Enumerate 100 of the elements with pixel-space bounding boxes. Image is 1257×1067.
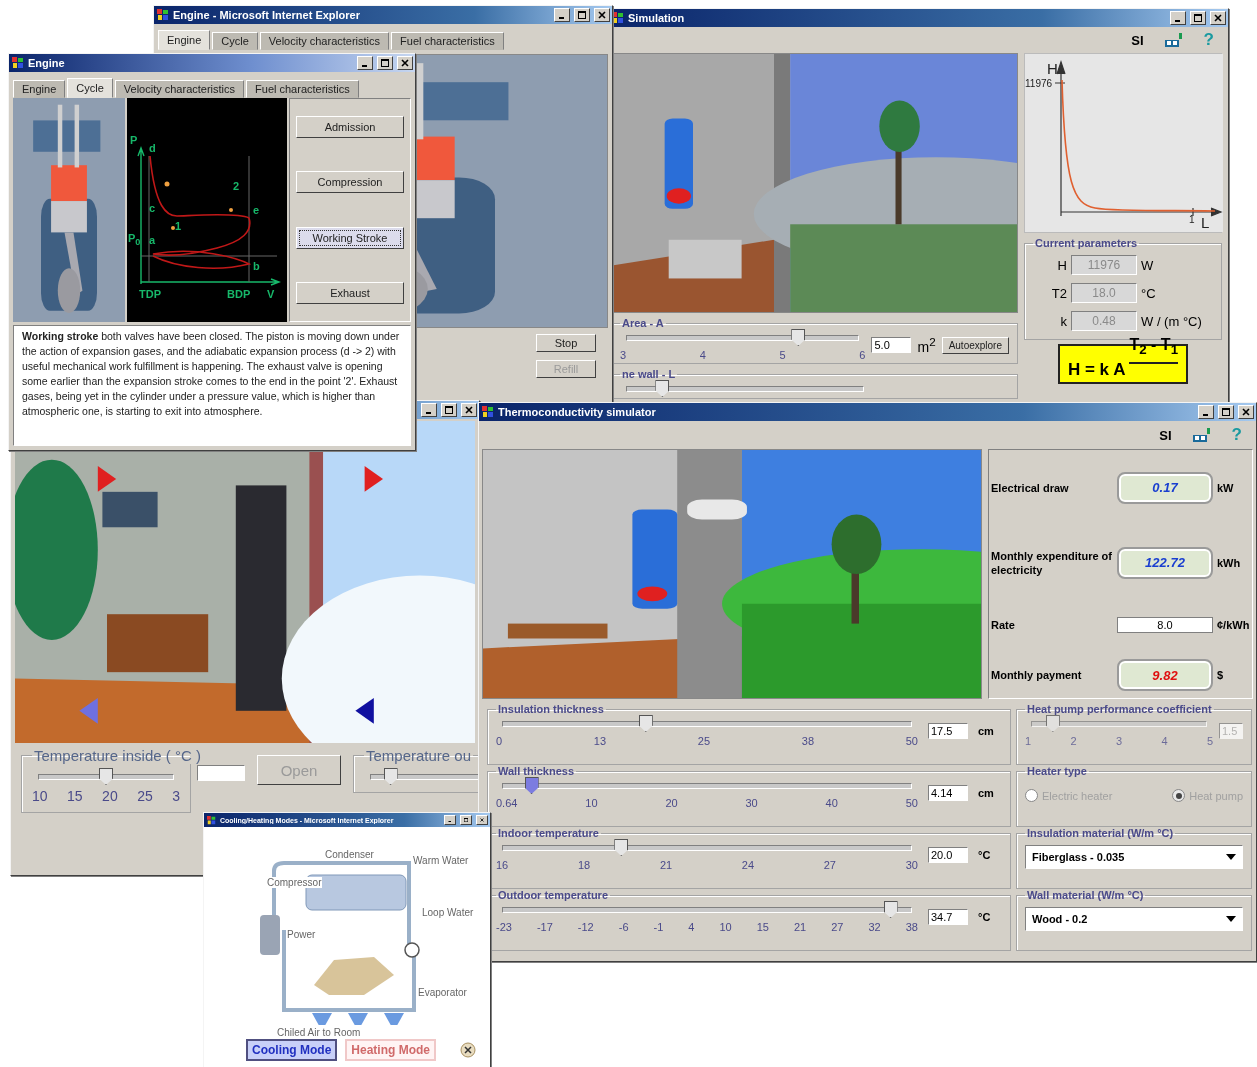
tick-label: 10 bbox=[719, 921, 732, 933]
slider-thumb[interactable] bbox=[383, 768, 398, 785]
book-icon[interactable] bbox=[1163, 32, 1184, 48]
minimize-button[interactable] bbox=[444, 815, 456, 825]
tick-label: 1 bbox=[1025, 735, 1032, 747]
stage-button[interactable]: Working Stroke bbox=[296, 226, 404, 249]
diagram-label: Evaporator bbox=[417, 987, 468, 998]
tick-label: 10 bbox=[32, 788, 48, 804]
close-button[interactable] bbox=[397, 56, 413, 70]
tick-label: 20 bbox=[102, 788, 118, 804]
tab[interactable]: Velocity characteristics bbox=[114, 80, 245, 98]
maximize-button[interactable] bbox=[574, 8, 590, 22]
tab[interactable]: Cycle bbox=[67, 78, 113, 98]
unit-label: °C bbox=[978, 849, 992, 861]
tick-label: 2 bbox=[1070, 735, 1077, 747]
close-button[interactable] bbox=[1210, 11, 1226, 25]
maximize-button[interactable] bbox=[377, 56, 393, 70]
slider-thumb[interactable] bbox=[883, 901, 898, 918]
tick-label: 25 bbox=[697, 735, 711, 747]
close-button[interactable] bbox=[594, 8, 610, 22]
close-icon bbox=[1242, 408, 1250, 416]
formula-fraction: T$_{2}$ - T$_{1}$ bbox=[1129, 335, 1179, 364]
group-label: Heater type bbox=[1026, 765, 1088, 777]
tab[interactable]: Velocity characteristics bbox=[259, 32, 390, 50]
tab[interactable]: Cycle bbox=[212, 32, 258, 50]
app-icon bbox=[157, 9, 169, 21]
book-icon[interactable] bbox=[1191, 427, 1212, 443]
minimize-button[interactable] bbox=[357, 56, 373, 70]
maximize-button[interactable] bbox=[460, 815, 472, 825]
unit-label: W bbox=[1141, 257, 1155, 273]
autoexplore-button[interactable]: Autoexplore bbox=[941, 336, 1009, 354]
close-icon[interactable] bbox=[460, 1042, 476, 1058]
maximize-button[interactable] bbox=[1218, 405, 1234, 419]
maximize-icon bbox=[1194, 14, 1202, 22]
rate-field[interactable]: 8.0 bbox=[1117, 617, 1213, 633]
tick-label: 50 bbox=[905, 797, 918, 809]
group-label: Outdoor temperature bbox=[497, 889, 609, 901]
minimize-button[interactable] bbox=[1198, 405, 1214, 419]
maximize-button[interactable] bbox=[1190, 11, 1206, 25]
stage-button[interactable]: Exhaust bbox=[296, 282, 404, 305]
stage-button[interactable]: Admission bbox=[296, 115, 404, 138]
tick-label: 30 bbox=[745, 797, 758, 809]
units-label[interactable]: SI bbox=[1159, 427, 1172, 443]
diagram-label: Loop Water bbox=[421, 907, 475, 918]
readout-label: Rate bbox=[991, 618, 1016, 632]
value-field[interactable]: 4.14 bbox=[928, 785, 968, 801]
group-label: Indoor temperature bbox=[497, 827, 600, 839]
close-icon bbox=[598, 11, 606, 19]
parameter-value: 11976 bbox=[1071, 255, 1137, 275]
value-field[interactable]: 34.7 bbox=[928, 909, 968, 925]
mode-button[interactable]: Cooling Mode bbox=[246, 1039, 338, 1061]
close-button[interactable] bbox=[476, 815, 488, 825]
tick-label: 4 bbox=[688, 921, 695, 933]
tab[interactable]: Fuel characteristics bbox=[246, 80, 359, 98]
tick-label: 50 bbox=[905, 735, 918, 747]
maximize-button[interactable] bbox=[441, 403, 457, 417]
parameter-value: 18.0 bbox=[1071, 283, 1137, 303]
close-button[interactable] bbox=[1238, 405, 1254, 419]
group-label: Wall thickness bbox=[497, 765, 575, 777]
tick-label: 38 bbox=[905, 921, 918, 933]
slider-thumb[interactable] bbox=[791, 329, 806, 346]
value-field[interactable]: 17.5 bbox=[928, 723, 968, 739]
group-label: Wall material (W/m °C) bbox=[1026, 889, 1145, 901]
tick-label: 4 bbox=[1161, 735, 1168, 747]
readout-label: Monthly payment bbox=[991, 668, 1083, 682]
minimize-button[interactable] bbox=[1170, 11, 1186, 25]
slider-thumb[interactable] bbox=[638, 715, 653, 732]
slider-thumb[interactable] bbox=[655, 380, 670, 397]
minimize-button[interactable] bbox=[421, 403, 437, 417]
close-button[interactable] bbox=[461, 403, 477, 417]
value-field[interactable]: 5.0 bbox=[871, 337, 912, 353]
tab[interactable]: Engine bbox=[13, 80, 66, 98]
slider-thumb[interactable] bbox=[524, 777, 539, 794]
tick-label: 3 bbox=[620, 349, 627, 361]
tab[interactable]: Fuel characteristics bbox=[391, 32, 504, 50]
close-icon bbox=[465, 406, 473, 414]
group-label: Current parameters bbox=[1034, 237, 1139, 249]
value-field[interactable]: 20.0 bbox=[928, 847, 968, 863]
stage-button[interactable]: Compression bbox=[296, 171, 404, 194]
diagram-label: 2 bbox=[233, 180, 240, 192]
group-label: Heat pump performance coefficient bbox=[1026, 703, 1213, 715]
tick-label: 15 bbox=[756, 921, 769, 933]
window-title: Simulation bbox=[628, 12, 686, 24]
minimize-button[interactable] bbox=[554, 8, 570, 22]
app-icon bbox=[12, 57, 24, 69]
unit-label: °C bbox=[1141, 285, 1157, 301]
value-field[interactable] bbox=[197, 765, 245, 781]
dropdown[interactable]: Fiberglass - 0.035 bbox=[1025, 845, 1243, 869]
diagram-label: Condenser bbox=[324, 849, 375, 860]
tick-label: 1 bbox=[1189, 214, 1195, 225]
action-button[interactable]: Stop bbox=[536, 334, 596, 352]
tab[interactable]: Engine bbox=[158, 30, 211, 50]
maximize-icon bbox=[578, 11, 586, 19]
dropdown[interactable]: Wood - 0.2 bbox=[1025, 907, 1243, 931]
units-label[interactable]: SI bbox=[1131, 32, 1144, 48]
tick-label: -23 bbox=[496, 921, 512, 933]
group-label: Insulation material (W/m °C) bbox=[1026, 827, 1175, 839]
slider-thumb[interactable] bbox=[99, 768, 113, 785]
group-label: Temperature inside ( °C ) bbox=[33, 747, 202, 764]
slider-thumb[interactable] bbox=[614, 839, 629, 856]
